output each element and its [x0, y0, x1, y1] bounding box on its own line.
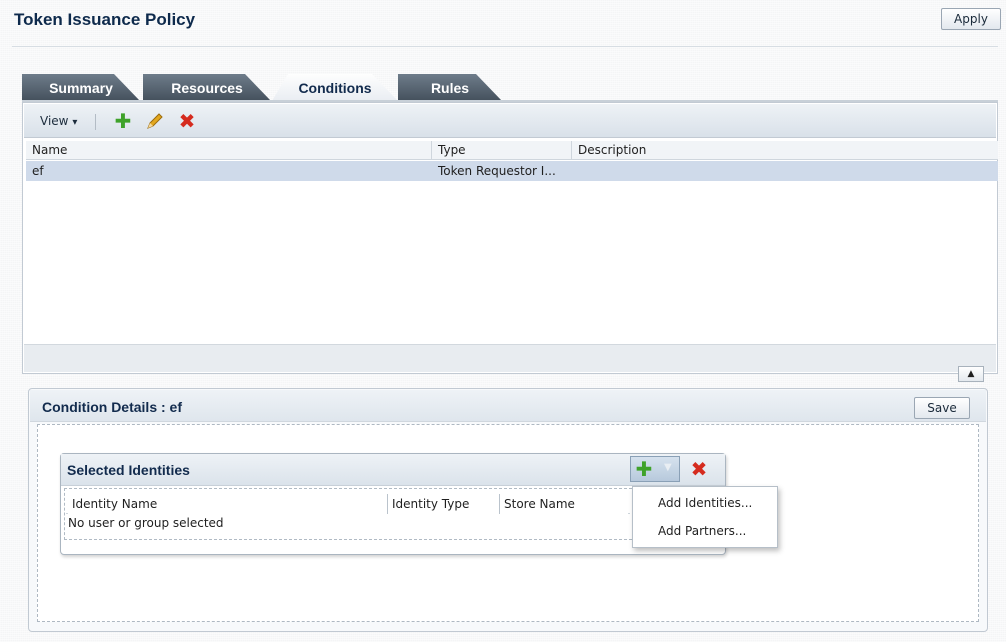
toolbar-separator [95, 114, 96, 130]
delete-icon[interactable]: ✖ [176, 111, 198, 131]
column-header-identity-name[interactable]: Identity Name [68, 494, 388, 514]
tab-conditions[interactable]: Conditions [272, 74, 398, 101]
selected-identities-title: Selected Identities [67, 462, 190, 478]
column-header-name[interactable]: Name [26, 141, 432, 160]
menu-item-add-partners[interactable]: Add Partners... [658, 521, 746, 541]
menu-item-add-identities[interactable]: Add Identities... [658, 493, 752, 513]
apply-button[interactable]: Apply [941, 8, 1001, 30]
delete-icon[interactable]: ✖ [688, 459, 710, 479]
tab-rules[interactable]: Rules [398, 74, 502, 101]
conditions-toolbar [24, 104, 996, 138]
add-icon[interactable]: ✚ [112, 111, 134, 131]
add-icon[interactable]: ✚ [633, 459, 655, 479]
save-button[interactable]: Save [914, 397, 970, 419]
collapse-icon[interactable]: ▲ [958, 366, 984, 382]
row-type-cell: Token Requestor I... [438, 164, 556, 178]
row-description-cell [572, 161, 992, 181]
empty-message: No user or group selected [68, 516, 224, 530]
tab-resources[interactable]: Resources [143, 74, 271, 101]
page-title: Token Issuance Policy [14, 10, 196, 29]
edit-icon[interactable] [144, 111, 166, 131]
chevron-down-icon[interactable]: ▼ [664, 462, 672, 473]
column-header-description[interactable]: Description [572, 141, 998, 160]
view-menu-label: View [40, 114, 69, 128]
chevron-down-icon: ▾ [72, 117, 78, 128]
view-menu[interactable]: View ▾ [30, 110, 87, 132]
column-header-type[interactable]: Type [432, 141, 572, 160]
row-name-cell: ef [32, 164, 44, 178]
column-header-identity-type[interactable]: Identity Type [388, 494, 500, 514]
title-divider [12, 46, 998, 47]
tab-summary[interactable]: Summary [22, 74, 140, 101]
column-header-store-name[interactable]: Store Name [500, 494, 628, 514]
table-footer [24, 344, 996, 372]
condition-details-title: Condition Details : ef [42, 399, 182, 415]
